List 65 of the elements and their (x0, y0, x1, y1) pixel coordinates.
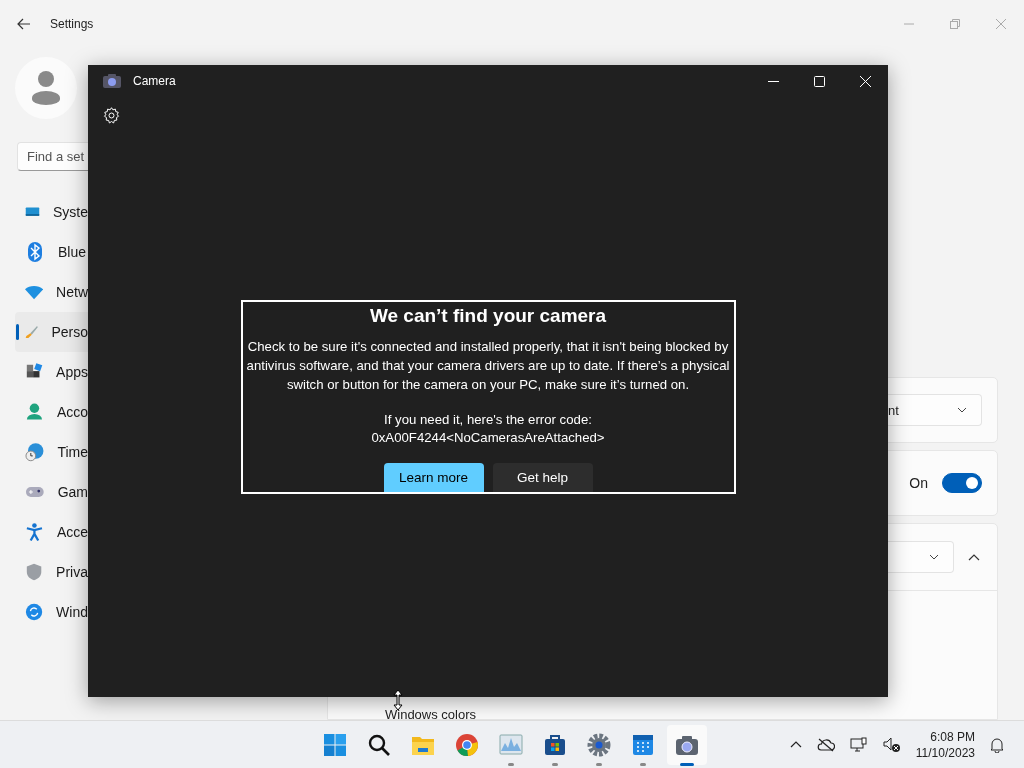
error-code: 0xA00F4244<NoCamerasAreAttached> (370, 429, 606, 447)
update-icon (25, 602, 44, 622)
toggle-state: On (909, 475, 928, 491)
volume-muted-icon[interactable] (882, 736, 901, 753)
nav-label: Acce (56, 524, 88, 540)
settings-icon (587, 732, 611, 757)
nav-label: Apps (56, 364, 88, 380)
windows-logo-icon (323, 732, 347, 757)
shield-icon (25, 562, 44, 582)
nav-label: Syste (53, 204, 88, 220)
cloud-off-icon[interactable] (816, 737, 835, 752)
globe-icon (25, 442, 45, 462)
search-field[interactable]: Find a set (17, 142, 88, 171)
chevron-up-icon[interactable] (789, 741, 802, 748)
learn-more-button[interactable]: Learn more (383, 463, 484, 492)
nav-item[interactable]: Apps (15, 352, 88, 392)
nav-label: Gam (57, 484, 88, 500)
chart-window-icon (499, 732, 523, 757)
calendar-icon (631, 732, 655, 757)
resize-cursor-icon (393, 689, 403, 711)
nav-label: Acco (56, 404, 88, 420)
person-icon (25, 402, 44, 422)
settings-icon[interactable] (103, 107, 120, 124)
nav-item[interactable]: Perso (15, 312, 88, 352)
date-label: 11/10/2023 (915, 744, 975, 761)
nav-item[interactable]: Acce (15, 512, 88, 552)
nav-item[interactable]: Time (15, 432, 88, 472)
nav-label: Wind (56, 604, 88, 620)
nav-item[interactable]: Acco (15, 392, 88, 432)
back-arrow-icon[interactable] (17, 18, 31, 30)
nav-label: Time (57, 444, 88, 460)
nav-label: Blue (58, 244, 87, 260)
time-label: 6:08 PM (930, 728, 975, 745)
chevron-down-icon (929, 554, 939, 560)
nav-item[interactable]: Blue (15, 232, 88, 272)
error-code-label: If you need it, here's the error code: (383, 411, 593, 429)
nav-label: Priva (56, 564, 88, 580)
network-icon[interactable] (849, 736, 868, 753)
person-icon (31, 70, 61, 106)
maximize-icon[interactable] (814, 75, 825, 87)
clock[interactable]: 6:08 PM 11/10/2023 (915, 728, 975, 761)
nav-item[interactable]: Netw (15, 272, 88, 312)
nav-item[interactable]: Wind (15, 592, 88, 632)
window-title: Settings (50, 17, 94, 31)
nav-item[interactable]: Syste (15, 192, 88, 232)
chevron-down-icon (957, 407, 967, 413)
nav-item[interactable]: Gam (15, 472, 88, 512)
camera-icon (103, 74, 121, 88)
accessibility-icon (25, 522, 44, 542)
search-icon (367, 732, 391, 757)
bell-icon[interactable] (990, 736, 1004, 753)
dropdown[interactable]: nt (888, 394, 982, 426)
nav-label: Netw (56, 284, 88, 300)
toggle-switch[interactable] (942, 473, 982, 493)
nav-label: Perso (51, 324, 88, 340)
window-title: Camera (133, 74, 176, 88)
store-bag-icon (543, 732, 567, 757)
error-message: Check to be sure it's connected and installed properly, that it isn't being blocked by antivirus software, and that your camera drivers are up to date. If there’s a physical switch or button for the camera on your PC, make sure it’s turned on. (245, 338, 731, 394)
nav-item[interactable]: Priva (15, 552, 88, 592)
chevron-up-icon[interactable] (968, 553, 980, 561)
browser-icon (455, 732, 479, 757)
section-label: Windows colors (385, 707, 477, 722)
error-heading: We can’t find your camera (368, 305, 608, 327)
bluetooth-icon (25, 242, 45, 262)
get-help-button[interactable]: Get help (492, 463, 593, 492)
